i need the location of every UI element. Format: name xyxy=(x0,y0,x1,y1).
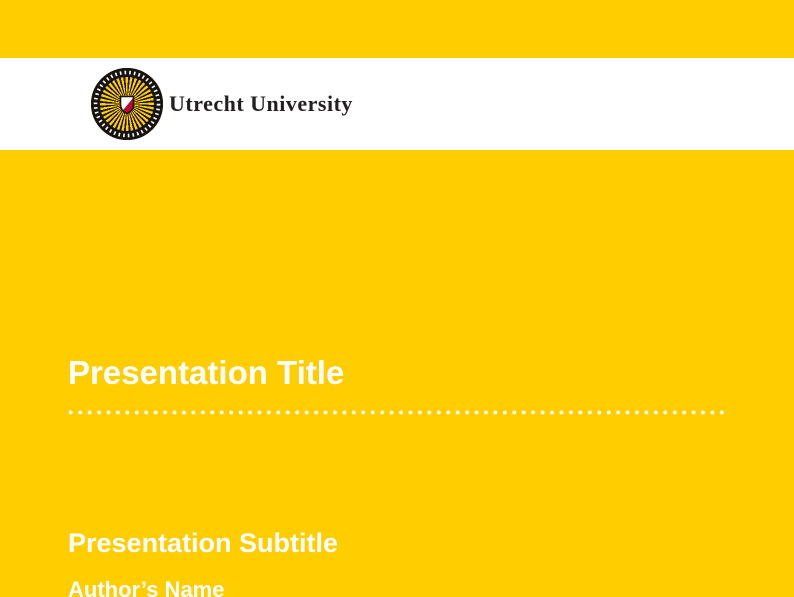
presentation-subtitle: Presentation Subtitle xyxy=(68,527,338,559)
dotted-divider xyxy=(66,408,729,417)
title-slide: Utrecht University Presentation Title Pr… xyxy=(0,0,794,597)
sun-emblem-icon xyxy=(91,68,163,140)
sun-ring-and-shield-icon xyxy=(91,68,163,140)
utrecht-university-logo: Utrecht University xyxy=(91,68,353,140)
author-name: Author’s Name xyxy=(68,577,224,597)
university-wordmark: Utrecht University xyxy=(169,91,353,117)
top-yellow-band xyxy=(0,0,794,58)
logo-band: Utrecht University xyxy=(0,58,794,150)
slide-body: Presentation Title Presentation Subtitle… xyxy=(0,150,794,597)
presentation-title: Presentation Title xyxy=(68,353,344,393)
